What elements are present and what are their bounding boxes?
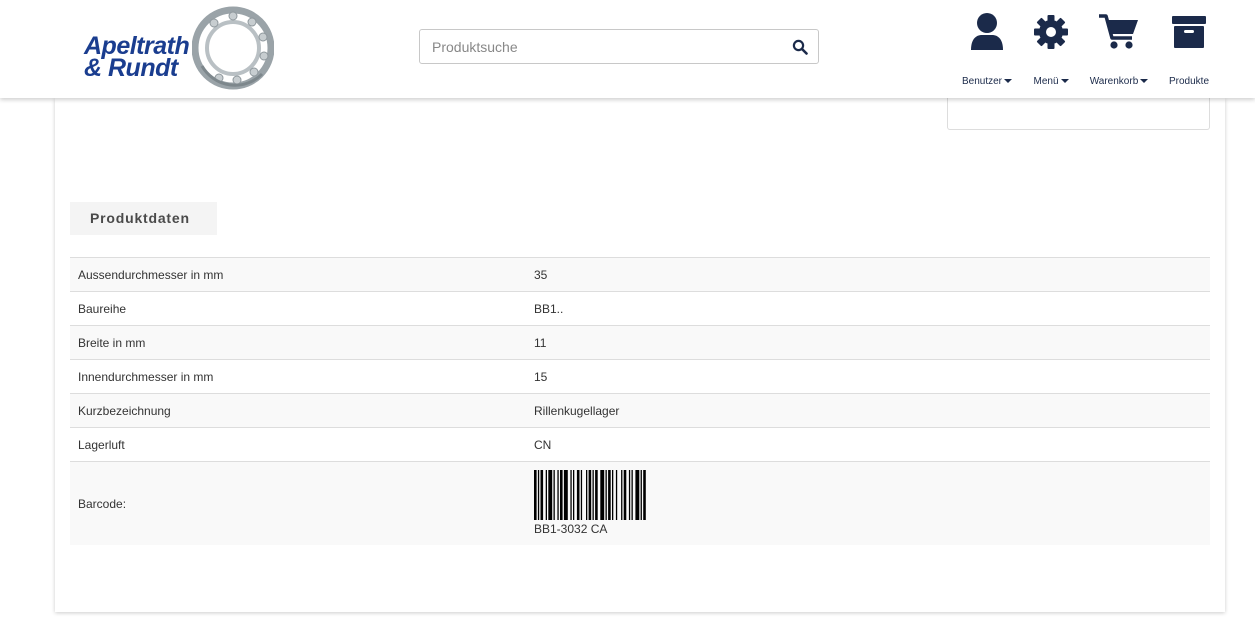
table-row: Kurzbezeichnung Rillenkugellager [70, 394, 1210, 428]
barcode-bar [576, 470, 580, 520]
table-row-key: Innendurchmesser in mm [78, 370, 214, 384]
nav-menu-label: Menü [1033, 76, 1059, 87]
table-row: Lagerluft CN [70, 428, 1210, 462]
barcode-bar [615, 470, 618, 520]
barcode-bar [631, 470, 633, 520]
barcode-bar [586, 470, 588, 520]
user-icon [971, 13, 1003, 50]
brand-logo[interactable]: Apeltrath & Rundt [82, 6, 282, 92]
barcode-bar [534, 470, 537, 520]
cart-icon [1099, 14, 1138, 49]
barcode-image [534, 470, 646, 520]
barcode-bar [628, 470, 631, 520]
nav-menu[interactable]: Menü [1027, 12, 1075, 92]
table-row-key: Breite in mm [78, 336, 146, 350]
barcode-bar [612, 470, 614, 520]
table-row-key: Baureihe [78, 302, 127, 316]
nav-user-label: Benutzer [961, 76, 1003, 87]
table-row-barcode: Barcode: BB1-3032 CA [70, 462, 1210, 545]
nav-cart[interactable]: Warenkorb [1086, 12, 1152, 92]
caret-down-icon [1140, 79, 1149, 83]
search-bar [419, 29, 819, 64]
brand-name-line2: & Rundt [84, 54, 178, 82]
table-row: Innendurchmesser in mm 15 [70, 360, 1210, 394]
table-row-key: Aussendurchmesser in mm [78, 268, 224, 282]
barcode-bar [540, 470, 544, 520]
barcode-bar [623, 470, 627, 520]
product-data-table: Aussendurchmesser in mm 35 Baureihe BB1.… [70, 257, 1210, 545]
bearing-logo-icon [192, 6, 274, 90]
barcode-bar [570, 470, 572, 520]
barcode-bar [608, 470, 611, 520]
barcode-bar [548, 470, 553, 520]
search-icon[interactable] [792, 39, 808, 55]
caret-down-icon [1004, 79, 1013, 83]
barcode-bar [537, 470, 540, 520]
nav-cart-label: Warenkorb [1089, 76, 1139, 87]
product-card: Produktdaten Aussendurchmesser in mm 35 … [55, 96, 1225, 612]
nav-products-label: Produkte [1168, 76, 1210, 87]
barcode-bar [592, 470, 594, 520]
caret-down-icon [1060, 79, 1069, 83]
barcode-bar [605, 470, 607, 520]
barcode-bar [588, 470, 592, 520]
nav-products[interactable]: Produkte [1162, 12, 1216, 92]
barcode-bar [545, 470, 547, 520]
barcode-bar [640, 470, 642, 520]
barcode-bar [643, 470, 646, 520]
barcode-bar [600, 470, 605, 520]
barcode-bar [563, 470, 568, 520]
side-panel [947, 96, 1210, 130]
header: Apeltrath & Rundt Benutzer [0, 0, 1255, 98]
table-row-value: BB1.. [534, 302, 564, 316]
barcode-bar [635, 470, 640, 520]
table-row-key: Barcode: [78, 497, 127, 511]
archive-box-icon [1172, 16, 1206, 48]
table-row-key: Kurzbezeichnung [78, 404, 171, 418]
gear-icon [1034, 15, 1068, 49]
table-row-value: Rillenkugellager [534, 404, 620, 418]
nav-user[interactable]: Benutzer [955, 12, 1019, 92]
table-row: Baureihe BB1.. [70, 292, 1210, 326]
search-input[interactable] [420, 30, 780, 63]
barcode-bar [560, 470, 563, 520]
barcode-bar [621, 470, 623, 520]
barcode-bar [553, 470, 555, 520]
barcode-bar [573, 470, 575, 520]
table-row-value: 11 [534, 336, 547, 350]
table-row-key: Lagerluft [78, 438, 125, 452]
table-row: Breite in mm 11 [70, 326, 1210, 360]
barcode-bar [595, 470, 598, 520]
tab-produktdaten[interactable]: Produktdaten [70, 202, 217, 235]
table-row-value: CN [534, 438, 552, 452]
barcode-bar [557, 470, 559, 520]
barcode-text: BB1-3032 CA [534, 522, 608, 536]
table-row-value: 35 [534, 268, 548, 282]
barcode-bar [580, 470, 583, 520]
table-row: Aussendurchmesser in mm 35 [70, 258, 1210, 292]
table-row-value: 15 [534, 370, 548, 384]
